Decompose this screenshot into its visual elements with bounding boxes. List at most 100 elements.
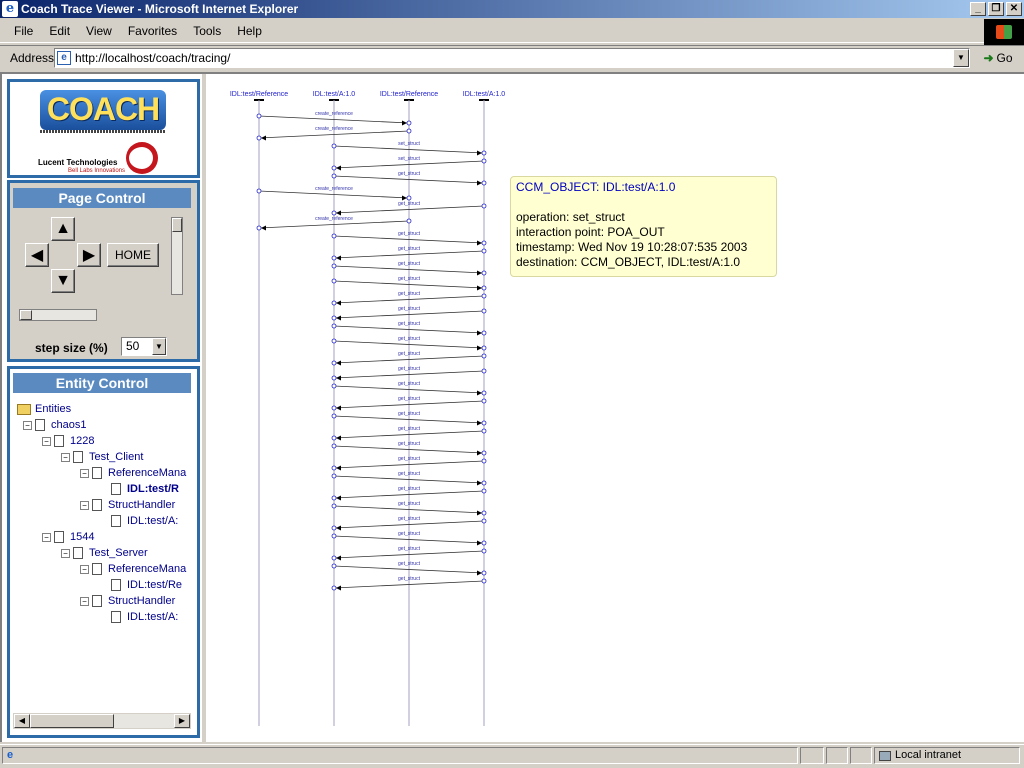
message-start-point xyxy=(331,503,337,509)
scroll-left-icon[interactable]: ◀ xyxy=(14,714,30,728)
tree-node-label: IDL:test/A: xyxy=(127,515,179,527)
collapse-icon[interactable]: − xyxy=(80,468,89,478)
menu-tools[interactable]: Tools xyxy=(185,24,229,38)
message-label: get_struct xyxy=(398,501,421,507)
message-end-point xyxy=(331,555,337,561)
document-icon xyxy=(92,499,102,511)
tree-node-label: 1544 xyxy=(70,531,95,543)
address-bar: Address e http://localhost/coach/tracing… xyxy=(0,45,1024,69)
tree-node[interactable]: − Test_Client xyxy=(61,449,143,465)
document-icon xyxy=(111,483,121,495)
collapse-icon[interactable]: − xyxy=(80,500,89,510)
message-start-point xyxy=(331,338,337,344)
arrowhead xyxy=(336,555,341,561)
document-icon xyxy=(111,611,121,623)
up-arrow-icon: ▲ xyxy=(55,220,71,237)
collapse-icon[interactable]: − xyxy=(42,532,51,542)
message-end-point xyxy=(331,315,337,321)
close-button[interactable]: ✕ xyxy=(1006,2,1022,16)
collapse-icon[interactable]: − xyxy=(61,548,70,558)
message-start-point xyxy=(256,188,262,194)
menu-help[interactable]: Help xyxy=(229,24,270,38)
step-size-select[interactable]: 50 ▼ xyxy=(121,337,167,356)
tree-node-label: IDL:test/Re xyxy=(127,579,183,591)
tree-node-label: 1228 xyxy=(70,435,95,447)
collapse-icon[interactable]: − xyxy=(42,436,51,446)
event-tooltip: CCM_OBJECT: IDL:test/A:1.0 operation: se… xyxy=(510,176,777,277)
tree-node[interactable]: − 1228 xyxy=(42,433,94,449)
tree-node[interactable]: − StructHandler xyxy=(80,497,175,513)
menu-favorites[interactable]: Favorites xyxy=(120,24,185,38)
arrowhead xyxy=(336,315,341,321)
scroll-right-icon[interactable]: ▶ xyxy=(174,714,190,728)
message-start-point xyxy=(481,458,487,464)
tree-node[interactable]: − ReferenceMana xyxy=(80,465,186,481)
entity-control-title: Entity Control xyxy=(13,373,191,393)
message-end-point xyxy=(481,330,487,336)
arrowhead xyxy=(402,195,407,201)
collapse-icon[interactable]: − xyxy=(61,452,70,462)
message-label: get_struct xyxy=(398,561,421,567)
collapse-icon[interactable]: − xyxy=(80,564,89,574)
message-end-point xyxy=(331,435,337,441)
collapse-icon[interactable]: − xyxy=(80,596,89,606)
go-button[interactable]: ➜ Go xyxy=(976,47,1020,69)
status-message: e xyxy=(2,747,798,764)
tree-node[interactable]: IDL:test/A: xyxy=(99,609,178,625)
tree-node[interactable]: IDL:test/Re xyxy=(99,577,182,593)
message-end-point xyxy=(481,150,487,156)
message-end-point xyxy=(331,300,337,306)
minimize-button[interactable]: _ xyxy=(970,2,986,16)
up-arrow-button[interactable]: ▲ xyxy=(51,217,75,241)
step-size-value: 50 xyxy=(126,339,140,353)
down-arrow-button[interactable]: ▼ xyxy=(51,269,75,293)
window-titlebar: e Coach Trace Viewer - Microsoft Interne… xyxy=(0,0,1024,18)
message-start-point xyxy=(331,413,337,419)
menu-file[interactable]: File xyxy=(6,24,41,38)
tree-node[interactable]: − Test_Server xyxy=(61,545,148,561)
tree-node[interactable]: − ReferenceMana xyxy=(80,561,186,577)
step-size-dropdown-icon[interactable]: ▼ xyxy=(152,338,166,355)
address-dropdown-button[interactable]: ▼ xyxy=(953,49,969,67)
menu-bar: File Edit View Favorites Tools Help xyxy=(0,19,1024,43)
document-icon xyxy=(111,515,121,527)
message-label: create_reference xyxy=(315,111,353,117)
vertical-page-slider[interactable] xyxy=(171,217,183,295)
arrowhead xyxy=(336,495,341,501)
tree-horizontal-scrollbar[interactable]: ◀ ▶ xyxy=(13,713,191,729)
tree-node[interactable]: Entities xyxy=(17,401,71,417)
message-label: get_struct xyxy=(398,396,421,402)
message-label: get_struct xyxy=(398,291,421,297)
tree-node[interactable]: − StructHandler xyxy=(80,593,175,609)
message-end-point xyxy=(331,465,337,471)
tree-node[interactable]: − 1544 xyxy=(42,529,94,545)
message-end-point xyxy=(481,480,487,486)
vertical-slider-thumb[interactable] xyxy=(172,218,182,232)
tree-node[interactable]: IDL:test/A: xyxy=(99,513,178,529)
tree-node[interactable]: − chaos1 xyxy=(23,417,86,433)
arrowhead xyxy=(336,405,341,411)
address-input[interactable]: e http://localhost/coach/tracing/ ▼ xyxy=(54,48,970,68)
lucent-logo-subtext: Bell Labs Innovations xyxy=(68,168,126,174)
message-label: get_struct xyxy=(398,336,421,342)
right-arrow-button[interactable]: ▶ xyxy=(77,243,101,267)
horizontal-page-slider[interactable] xyxy=(19,309,97,321)
trace-frame: IDL:test/Reference IDL:test/A:1.0 IDL:test… xyxy=(210,74,1024,742)
home-button[interactable]: HOME xyxy=(107,243,159,267)
left-arrow-button[interactable]: ◀ xyxy=(25,243,49,267)
coach-logo: COACH xyxy=(40,90,166,130)
message-end-point xyxy=(331,405,337,411)
restore-button[interactable]: ❐ xyxy=(988,2,1004,16)
tree-scroll-thumb[interactable] xyxy=(30,714,114,728)
menu-view[interactable]: View xyxy=(78,24,120,38)
page-icon: e xyxy=(57,51,71,65)
tree-node[interactable]: IDL:test/R xyxy=(99,481,179,497)
horizontal-slider-thumb[interactable] xyxy=(20,310,32,320)
message-end-point xyxy=(481,285,487,291)
intranet-icon xyxy=(879,750,891,761)
collapse-icon[interactable]: − xyxy=(23,420,32,430)
go-label: Go xyxy=(996,51,1013,65)
menu-edit[interactable]: Edit xyxy=(41,24,78,38)
message-end-point xyxy=(331,525,337,531)
page-control-panel: Page Control ▲ ◀ ▶ ▼ HOME step size (%) … xyxy=(7,180,200,362)
